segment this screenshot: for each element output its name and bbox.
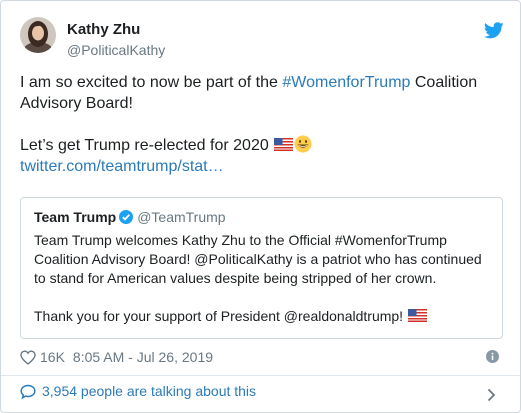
conversation-link[interactable]: 3,954 people are talking about this bbox=[20, 383, 256, 399]
quoted-tweet[interactable]: Team Trump @TeamTrump Team Trump welcomes… bbox=[20, 197, 503, 339]
paragraph-spacer bbox=[20, 114, 510, 135]
grinning-face-icon bbox=[294, 135, 312, 153]
quoted-author-name[interactable]: Team Trump bbox=[34, 209, 116, 225]
embedded-tweet-card: Kathy Zhu @PoliticalKathy I am so excite… bbox=[0, 0, 521, 413]
quoted-paragraph-1: Team Trump welcomes Kathy Zhu to the Off… bbox=[34, 232, 482, 286]
us-flag-icon bbox=[407, 309, 427, 322]
tweet-paragraph-2: Let’s get Trump re-elected for 2020 twit… bbox=[20, 135, 510, 177]
author-name[interactable]: Kathy Zhu bbox=[67, 21, 140, 38]
quoted-paragraph-2: Thank you for your support of President … bbox=[34, 307, 494, 326]
tweet-paragraph-1: I am so excited to now be part of the #W… bbox=[20, 72, 510, 114]
quoted-paragraph-2-text: Thank you for your support of President … bbox=[34, 308, 407, 324]
tweet-meta: 16K 8:05 AM - Jul 26, 2019 bbox=[20, 349, 213, 365]
chevron-right-icon[interactable] bbox=[487, 388, 496, 402]
divider bbox=[1, 375, 520, 376]
us-flag-icon bbox=[274, 138, 294, 151]
hashtag-link[interactable]: #WomenforTrump bbox=[282, 74, 410, 91]
talking-count-text: 3,954 people are talking about this bbox=[42, 383, 257, 399]
tweet-text-part: Let’s get Trump re-elected for 2020 bbox=[20, 137, 274, 154]
heart-icon[interactable] bbox=[20, 349, 36, 365]
tweet-link[interactable]: twitter.com/teamtrump/stat… bbox=[20, 158, 224, 175]
twitter-bird-icon[interactable] bbox=[484, 22, 504, 39]
speech-bubble-icon bbox=[20, 384, 36, 399]
quoted-author-handle[interactable]: @TeamTrump bbox=[137, 209, 225, 225]
verified-badge-icon bbox=[119, 210, 134, 224]
quoted-header: Team Trump @TeamTrump bbox=[34, 209, 226, 225]
quoted-text: Team Trump welcomes Kathy Zhu to the Off… bbox=[34, 231, 494, 326]
info-icon[interactable] bbox=[486, 350, 499, 363]
author-handle[interactable]: @PoliticalKathy bbox=[67, 42, 165, 58]
paragraph-spacer bbox=[34, 288, 494, 307]
timestamp[interactable]: 8:05 AM - Jul 26, 2019 bbox=[73, 349, 213, 365]
tweet-text-part: I am so excited to now be part of the bbox=[20, 74, 283, 91]
avatar[interactable] bbox=[20, 17, 56, 53]
tweet-text: I am so excited to now be part of the #W… bbox=[20, 72, 510, 177]
like-count[interactable]: 16K bbox=[40, 349, 65, 365]
